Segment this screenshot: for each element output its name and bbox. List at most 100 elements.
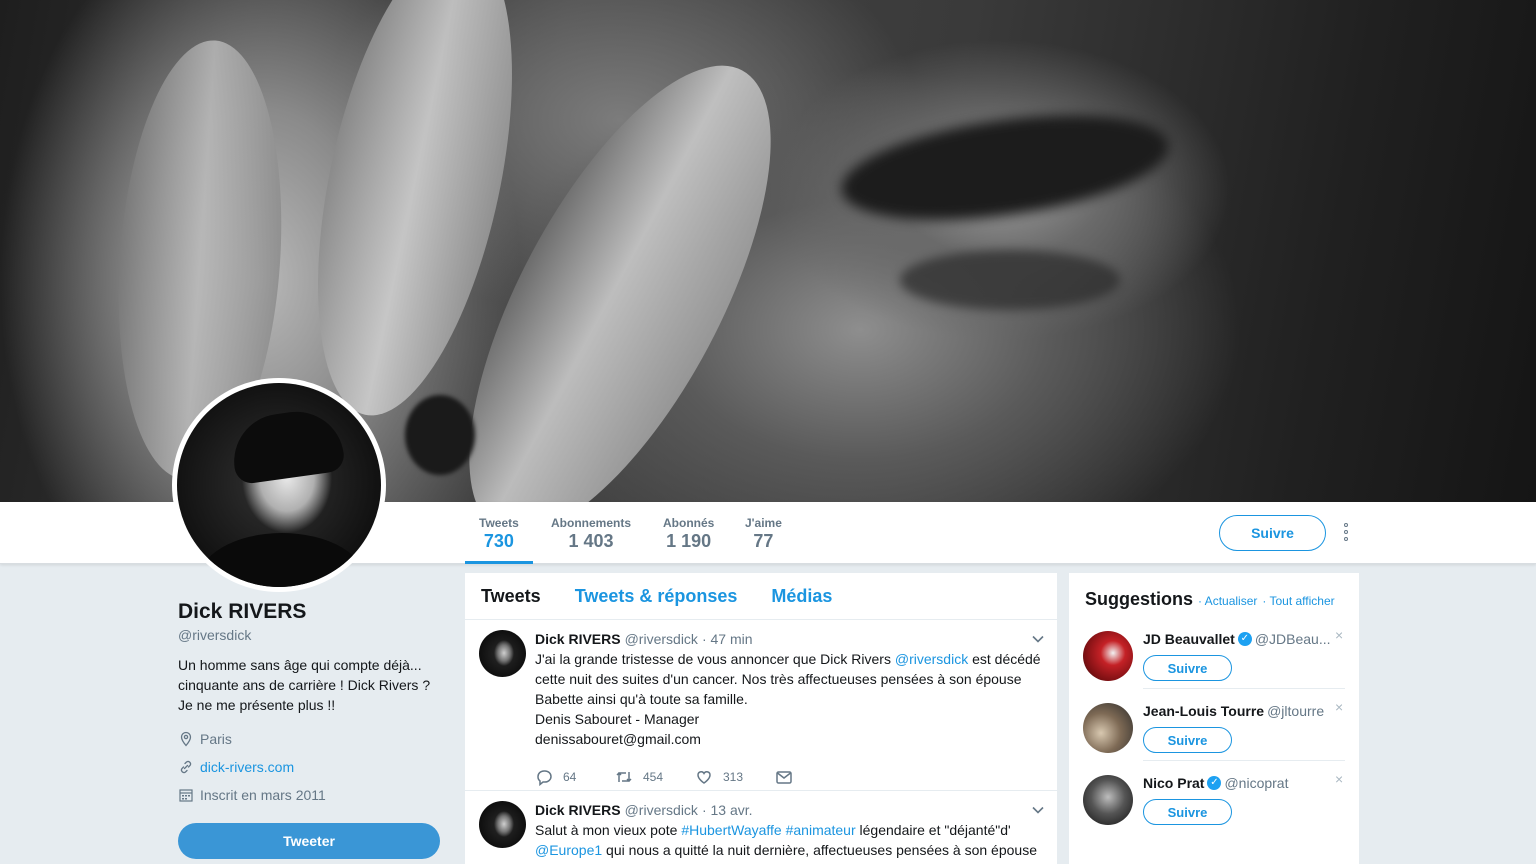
tweet-text-part: J'ai la grande tristesse de vous annonce… <box>535 651 895 667</box>
profile-card: Dick RIVERS @riversdick Un homme sans âg… <box>178 600 440 805</box>
reply-icon <box>537 770 552 786</box>
follow-button[interactable]: Suivre <box>1219 515 1326 551</box>
suggestions-header: Suggestions · Actualiser · Tout afficher <box>1069 573 1359 610</box>
suggestion-follow-button[interactable]: Suivre <box>1143 655 1232 681</box>
joined-text: Inscrit en mars 2011 <box>200 787 326 803</box>
show-all-link[interactable]: · Tout afficher <box>1262 594 1334 608</box>
tweet-author-handle[interactable]: @riversdick <box>625 631 698 647</box>
reply-count: 64 <box>563 770 577 784</box>
suggestion-name: JD Beauvallet <box>1143 631 1235 647</box>
tweet-button[interactable]: Tweeter <box>178 823 440 859</box>
suggestion-name-row[interactable]: Nico Prat ✓ @nicoprat <box>1143 775 1289 791</box>
envelope-icon <box>776 771 792 784</box>
dismiss-close-icon[interactable]: × <box>1335 771 1343 787</box>
tweet[interactable]: Dick RIVERS @riversdick · 47 min J'ai la… <box>465 620 1057 791</box>
profile-handle[interactable]: @riversdick <box>178 627 440 643</box>
profile-location: Paris <box>178 729 440 749</box>
tweet-text: Salut à mon vieux pote #HubertWayaffe #a… <box>535 820 1041 860</box>
suggestion-avatar[interactable] <box>1083 775 1133 825</box>
hashtag-link[interactable]: #HubertWayaffe <box>681 822 781 838</box>
tweet-header: Dick RIVERS @riversdick · 13 avr. <box>535 800 1041 820</box>
tweet-text-part: Salut à mon vieux pote <box>535 822 682 838</box>
verified-badge-icon: ✓ <box>1237 632 1252 646</box>
reply-action[interactable]: 64 <box>535 768 615 786</box>
suggestion-avatar[interactable] <box>1083 703 1133 753</box>
stat-label: Tweets <box>479 516 519 530</box>
retweet-action[interactable]: 454 <box>615 768 695 786</box>
retweet-count: 454 <box>643 770 664 784</box>
tweet-signature: Denis Sabouret - Manager <box>535 711 700 727</box>
calendar-icon <box>179 789 193 802</box>
suggestion-item: Jean-Louis Tourre @jltourre Suivre × <box>1083 699 1345 773</box>
banner-eyebrow <box>834 97 1176 238</box>
suggestions-title: Suggestions <box>1085 589 1194 609</box>
stat-likes[interactable]: J'aime 77 <box>745 516 782 552</box>
tweet-avatar[interactable] <box>479 630 526 677</box>
link-icon <box>180 760 192 774</box>
mention-link[interactable]: @riversdick <box>895 651 968 667</box>
retweet-icon <box>616 771 632 783</box>
divider <box>1143 688 1345 689</box>
tweet-author-handle[interactable]: @riversdick <box>625 802 698 818</box>
tweet-text-part: légendaire et "déjanté"d' <box>855 822 1011 838</box>
location-text: Paris <box>200 731 232 747</box>
profile-website[interactable]: dick-rivers.com <box>178 757 440 777</box>
dismiss-close-icon[interactable]: × <box>1335 699 1343 715</box>
message-action[interactable] <box>775 768 855 786</box>
tweet-header: Dick RIVERS @riversdick · 47 min <box>535 629 1041 649</box>
website-link[interactable]: dick-rivers.com <box>200 759 294 775</box>
tweet-text: J'ai la grande tristesse de vous annonce… <box>535 649 1041 749</box>
divider <box>1143 760 1345 761</box>
suggestion-follow-button[interactable]: Suivre <box>1143 799 1232 825</box>
timeline: Tweets Tweets & réponses Médias Dick RIV… <box>465 573 1057 864</box>
tweet-author-name[interactable]: Dick RIVERS <box>535 802 621 818</box>
hashtag-link[interactable]: #animateur <box>786 822 856 838</box>
tab-media[interactable]: Médias <box>771 586 832 607</box>
dismiss-close-icon[interactable]: × <box>1335 627 1343 643</box>
suggestion-name-row[interactable]: JD Beauvallet ✓ @JDBeau... <box>1143 631 1331 647</box>
mention-link[interactable]: @Europe1 <box>535 842 602 858</box>
suggestion-handle: @JDBeau... <box>1254 631 1331 647</box>
tweet[interactable]: Dick RIVERS @riversdick · 13 avr. Salut … <box>465 791 1057 864</box>
stat-tweets[interactable]: Tweets 730 <box>465 516 533 564</box>
chevron-down-icon[interactable] <box>1031 803 1045 817</box>
tweet-actions: 64 454 313 <box>535 761 1041 793</box>
tweet-timestamp[interactable]: · 47 min <box>702 631 753 647</box>
tweet-author-name[interactable]: Dick RIVERS <box>535 631 621 647</box>
stat-label: Abonnements <box>551 516 632 530</box>
profile-bio: Un homme sans âge qui compte déjà... cin… <box>178 657 431 713</box>
stat-value: 77 <box>753 531 774 551</box>
like-action[interactable]: 313 <box>695 768 775 786</box>
suggestion-handle: @nicoprat <box>1224 775 1289 791</box>
suggestion-avatar[interactable] <box>1083 631 1133 681</box>
stat-followers[interactable]: Abonnés 1 190 <box>663 516 714 552</box>
suggestion-item: JD Beauvallet ✓ @JDBeau... Suivre × <box>1083 627 1345 701</box>
refresh-link[interactable]: · Actualiser <box>1198 594 1257 608</box>
tab-tweets[interactable]: Tweets <box>481 586 541 607</box>
stat-value: 730 <box>483 531 514 551</box>
banner-eye <box>900 250 1120 310</box>
timeline-tabs: Tweets Tweets & réponses Médias <box>465 573 1057 620</box>
suggestions-module: Suggestions · Actualiser · Tout afficher… <box>1069 573 1359 864</box>
stat-label: J'aime <box>745 516 782 530</box>
suggestion-follow-button[interactable]: Suivre <box>1143 727 1232 753</box>
tweet-text-part: qui nous a quitté la nuit dernière, affe… <box>602 842 1037 858</box>
like-count: 313 <box>723 770 744 784</box>
tweet-email: denissabouret@gmail.com <box>535 731 701 747</box>
tweet-avatar[interactable] <box>479 801 526 848</box>
stat-label: Abonnés <box>663 516 715 530</box>
stat-value: 1 190 <box>666 531 712 551</box>
stat-following[interactable]: Abonnements 1 403 <box>551 516 631 552</box>
profile-avatar[interactable] <box>172 378 386 592</box>
more-options-icon[interactable] <box>1340 520 1352 544</box>
verified-badge-icon: ✓ <box>1207 776 1222 790</box>
profile-joined: Inscrit en mars 2011 <box>178 785 440 805</box>
chevron-down-icon[interactable] <box>1031 632 1045 646</box>
suggestion-item: Nico Prat ✓ @nicoprat Suivre × <box>1083 771 1345 845</box>
tweet-timestamp[interactable]: · 13 avr. <box>702 802 753 818</box>
tab-tweets-replies[interactable]: Tweets & réponses <box>575 586 738 607</box>
profile-name[interactable]: Dick RIVERS <box>178 600 440 624</box>
suggestion-name-row[interactable]: Jean-Louis Tourre @jltourre <box>1143 703 1324 719</box>
avatar-image <box>177 383 381 587</box>
heart-icon <box>697 771 711 784</box>
